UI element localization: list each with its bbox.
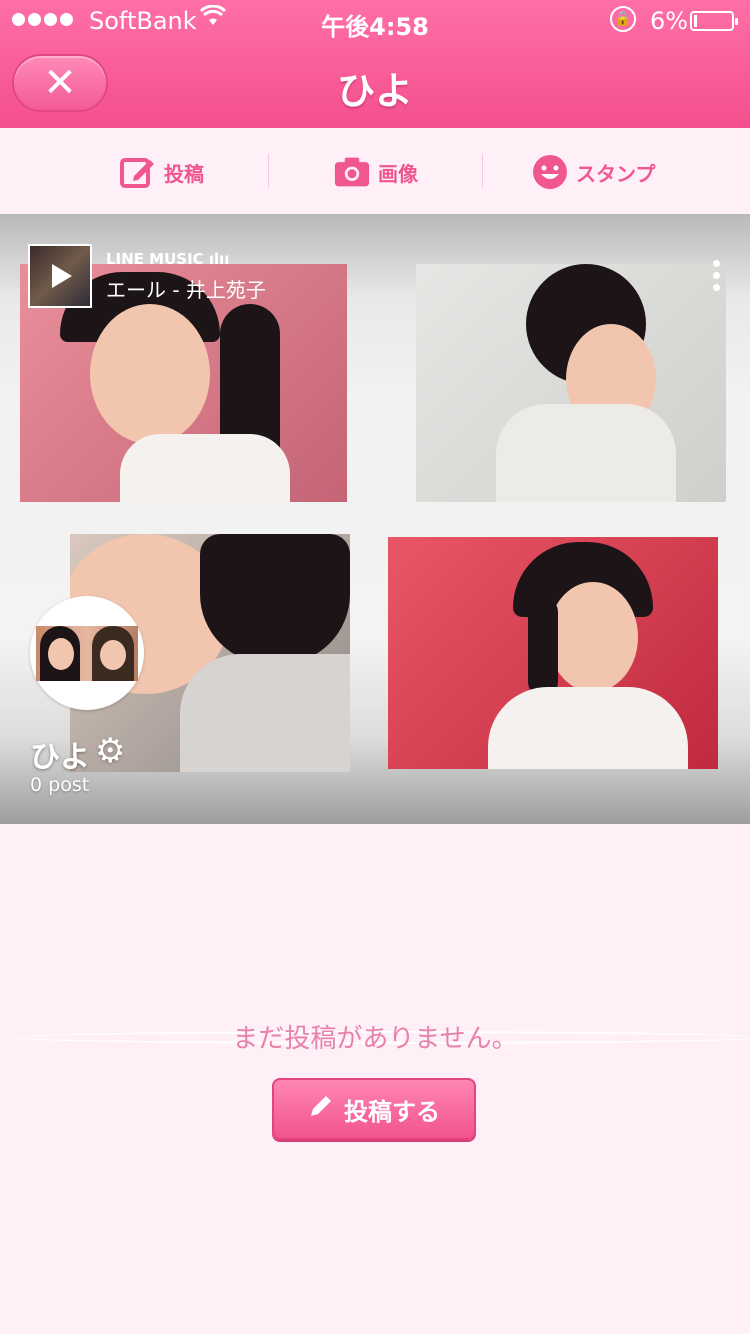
image-action-label: 画像 [378, 161, 418, 186]
post-action-label: 投稿 [164, 161, 204, 186]
post-action-button[interactable]: 投稿 [120, 150, 204, 194]
camera-icon [334, 154, 370, 190]
stamp-action-label: スタンプ [576, 161, 656, 186]
rotation-lock-icon: 🔒 [610, 6, 636, 32]
battery-percentage: 6% [650, 7, 689, 35]
cover-image[interactable]: LINE MUSIC ılıı エール - 井上苑子 ひよ ⚙ 0 post [0, 214, 750, 824]
post-count: 0 post [30, 774, 90, 796]
status-time: 午後4:58 [321, 13, 429, 41]
page-title: ひよ [336, 69, 413, 113]
divider [268, 154, 269, 188]
cover-photo [416, 264, 726, 502]
action-bar: 投稿 画像 スタンプ [0, 128, 750, 214]
smiley-icon [532, 154, 568, 190]
music-player[interactable]: LINE MUSIC ılıı エール - 井上苑子 [28, 244, 328, 308]
battery-icon [690, 11, 738, 31]
status-bar: SoftBank 午後4:58 🔒 6% [0, 0, 750, 1044]
avatar-photo [36, 626, 138, 681]
pencil-icon [308, 1093, 334, 1125]
image-action-button[interactable]: 画像 [334, 150, 418, 194]
stamp-action-button[interactable]: スタンプ [532, 150, 655, 194]
compose-icon [120, 154, 156, 190]
more-vertical-icon[interactable] [710, 260, 722, 300]
gear-icon[interactable]: ⚙ [95, 734, 125, 768]
cover-photo [388, 537, 718, 769]
top-bar: SoftBank 午後4:58 🔒 6% ✕ ひよ [0, 0, 750, 1044]
music-track-title: エール - 井上苑子 [106, 278, 266, 302]
avatar[interactable] [30, 596, 144, 710]
album-art[interactable] [28, 244, 92, 308]
create-post-button[interactable]: 投稿する [272, 1078, 476, 1140]
profile-name: ひよ [30, 740, 90, 775]
divider [482, 154, 483, 188]
music-service-label: LINE MUSIC ılıı [106, 250, 230, 268]
play-icon [52, 264, 72, 288]
empty-state-message: まだ投稿がありません。 [232, 1024, 518, 1054]
create-post-label: 投稿する [344, 1097, 440, 1126]
